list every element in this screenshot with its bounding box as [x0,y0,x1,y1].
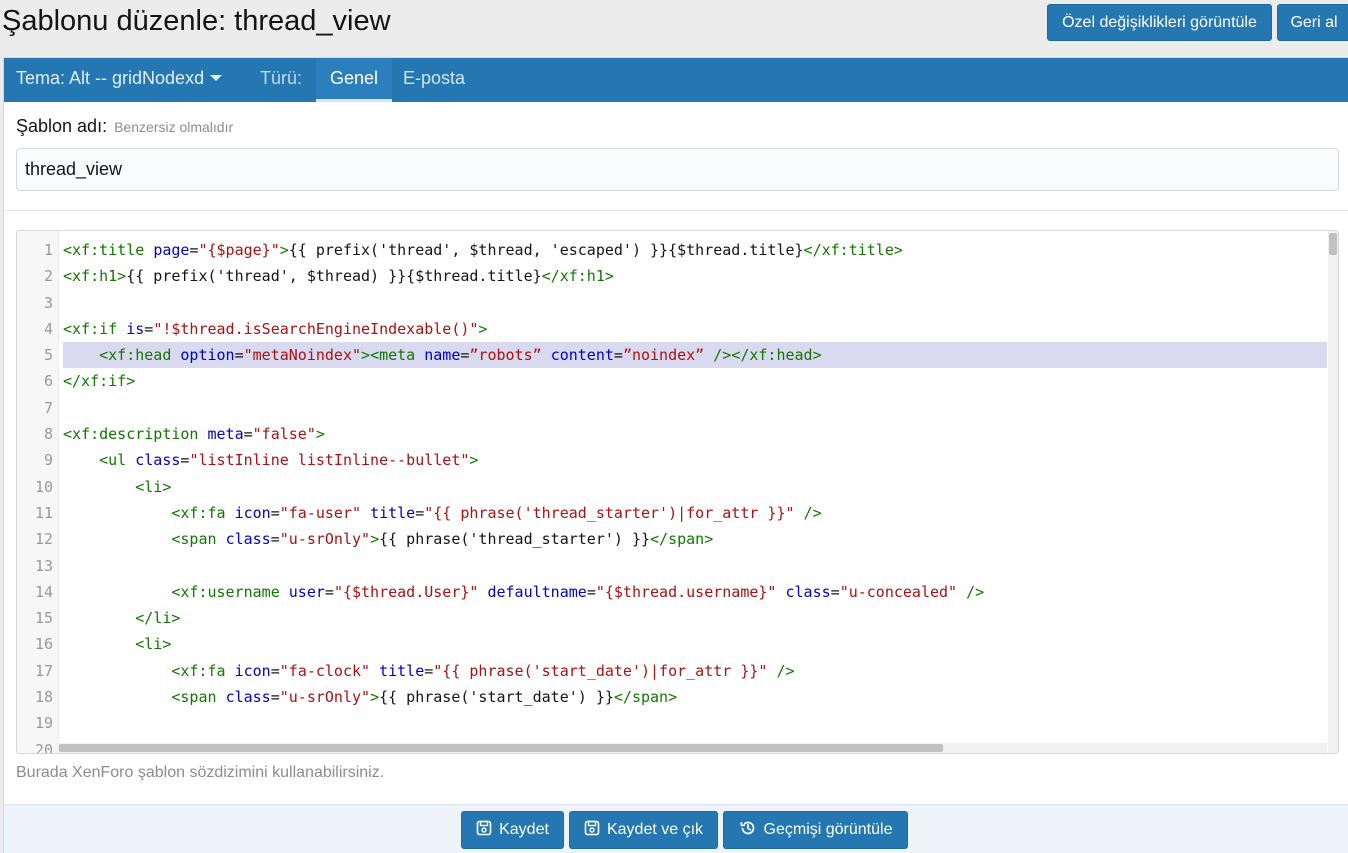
line-number: 15 [34,609,53,628]
code-text: <xf:title page="{$page}">{{ prefix('thre… [63,241,903,259]
code-text: <xf:fa icon="fa-user" title="{{ phrase('… [171,503,822,522]
tab-bar: Tema: Alt -- gridNodexd Türü: Genel E-po… [4,58,1348,102]
code-text: <li> [135,635,172,654]
line-number: 14 [34,582,53,601]
type-label: Türü: [260,68,303,88]
line-number: 16 [34,635,53,654]
code-line[interactable]: 1 <xf:title page="{$page}">{{ prefix('thr… [17,237,1327,263]
code-line[interactable]: 13 [17,553,1327,579]
save-and-exit-button[interactable]: Kaydet ve çık [569,811,718,849]
code-line[interactable]: 6 </xf:if> [17,368,1327,394]
code-line[interactable]: 11 <xf:fa icon="fa-user" title="{{ phras… [17,500,1327,526]
save-icon [476,820,492,836]
line-number: 3 [43,293,53,312]
code-area[interactable]: 1 <xf:title page="{$page}">{{ prefix('thr… [17,237,1327,754]
line-number: 18 [34,688,53,707]
template-name-label: Şablon adı: Benzersiz olmalıdır [16,116,233,137]
page-title: Şablonu düzenle: thread_view [2,5,391,37]
save-icon [584,820,600,836]
code-text: <span class="u-srOnly">{{ phrase('thread… [171,530,714,549]
code-text: <xf:head option="metaNoindex"><meta name… [63,342,1327,369]
view-custom-changes-button[interactable]: Özel değişiklikleri görüntüle [1047,4,1272,41]
code-line[interactable]: 16 <li> [17,631,1327,657]
horizontal-scrollbar[interactable] [59,743,1327,753]
revert-button[interactable]: Geri al [1277,4,1348,41]
code-line[interactable]: 4 <xf:if is="!$thread.isSearchEngineIndex… [17,316,1327,342]
code-text: <xf:h1>{{ prefix('thread', $thread) }}{$… [63,267,614,286]
code-line[interactable]: 7 [17,395,1327,421]
code-line[interactable]: 15 </li> [17,605,1327,631]
horizontal-scrollbar-thumb[interactable] [59,744,943,752]
code-text: </li> [135,609,181,628]
template-name-input[interactable] [16,148,1339,191]
code-line[interactable]: 5 <xf:head option="metaNoindex"><meta na… [17,342,1327,369]
line-number: 4 [43,319,53,338]
history-icon [739,821,754,835]
save-and-exit-button-label: Kaydet ve çık [606,821,704,838]
code-line[interactable]: 19 [17,710,1327,736]
code-line[interactable]: 18 <span class="u-srOnly">{{ phrase('sta… [17,684,1327,710]
code-text: <xf:fa icon="fa-clock" title="{{ phrase(… [171,661,795,680]
line-number: 19 [34,714,53,733]
code-text: <xf:description meta="false"> [63,425,325,444]
line-number: 6 [43,372,53,391]
code-line[interactable]: 2 <xf:h1>{{ prefix('thread', $thread) }}{… [17,263,1327,289]
line-number: 20 [34,740,53,754]
code-line[interactable]: 3 [17,290,1327,316]
code-text: <ul class="listInline listInline--bullet… [99,451,479,470]
code-line[interactable]: 9 <ul class="listInline listInline--bull… [17,447,1327,473]
code-text: <xf:username user="{$thread.User}" defau… [171,582,985,601]
line-number: 9 [43,451,53,470]
code-text: <li> [135,477,172,496]
style-selector[interactable]: Tema: Alt -- gridNodexd [16,58,223,102]
code-line[interactable]: 14 <xf:username user="{$thread.User}" de… [17,579,1327,605]
line-number: 1 [43,241,53,259]
line-number: 12 [34,530,53,549]
line-number: 2 [43,267,53,286]
caret-down-icon [210,74,223,81]
separator [4,210,1348,211]
editor-explain-text: Burada XenForo şablon sözdizimini kullan… [16,764,385,781]
template-name-label-text: Şablon adı: [16,116,108,136]
vertical-scrollbar[interactable] [1328,231,1338,753]
view-history-button[interactable]: Geçmişi görüntüle [723,811,908,849]
code-line[interactable]: 8 <xf:description meta="false"> [17,421,1327,447]
page-header: Şablonu düzenle: thread_view Özel değişi… [0,0,1348,56]
style-selector-label: Tema: Alt -- gridNodexd [16,68,205,88]
line-number: 13 [34,556,53,575]
line-number: 10 [34,477,53,496]
code-editor[interactable]: 1 <xf:title page="{$page}">{{ prefix('thr… [16,230,1339,754]
line-number: 8 [43,425,53,444]
tab-general[interactable]: Genel [316,58,392,102]
code-line[interactable]: 10 <li> [17,474,1327,500]
vertical-scrollbar-thumb[interactable] [1329,233,1337,255]
code-line[interactable]: 17 <xf:fa icon="fa-clock" title="{{ phra… [17,658,1327,684]
template-edit-block: Tema: Alt -- gridNodexd Türü: Genel E-po… [3,57,1348,853]
code-line[interactable]: 12 <span class="u-srOnly">{{ phrase('thr… [17,526,1327,552]
template-name-hint: Benzersiz olmalıdır [114,119,234,135]
code-text: <span class="u-srOnly">{{ phrase('start_… [171,688,678,707]
line-number: 5 [43,346,53,365]
line-number: 7 [43,398,53,417]
form-footer: Kaydet Kaydet ve çık Geçmişi görüntüle [4,804,1348,853]
code-text: <xf:if is="!$thread.isSearchEngineIndexa… [63,319,488,338]
code-text: </xf:if> [63,372,136,391]
line-number: 11 [34,503,53,522]
save-button[interactable]: Kaydet [461,811,564,849]
save-button-label: Kaydet [499,821,549,838]
line-number: 17 [34,661,53,680]
view-history-button-label: Geçmişi görüntüle [763,821,893,838]
tab-email[interactable]: E-posta [403,58,465,102]
